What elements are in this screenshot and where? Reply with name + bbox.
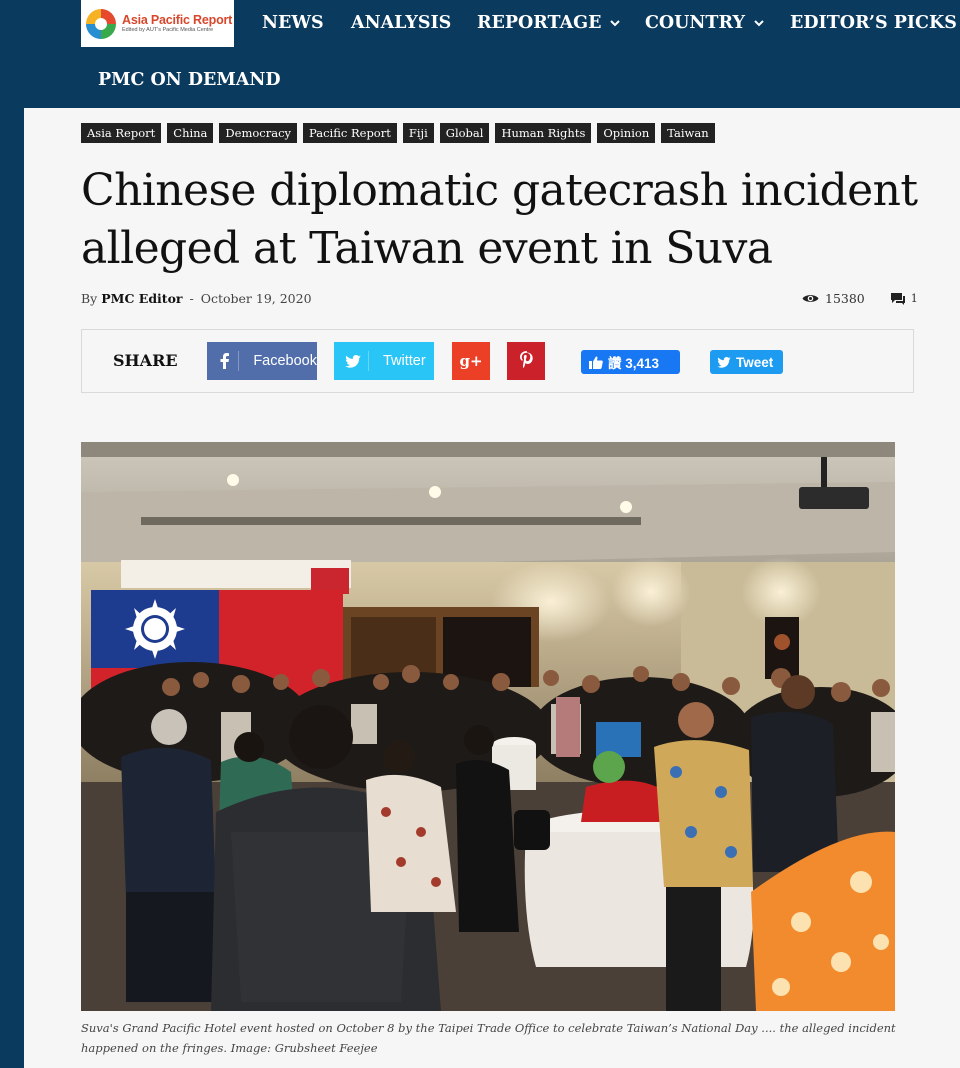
pinterest-share-button[interactable] bbox=[507, 342, 545, 380]
nav-news-label: NEWS bbox=[262, 13, 324, 33]
chevron-down-icon bbox=[754, 19, 764, 27]
tweet-button[interactable]: Tweet bbox=[710, 350, 783, 374]
site-header: Asia Pacific Report Edited by AUT's Paci… bbox=[0, 0, 960, 108]
publish-date: October 19, 2020 bbox=[200, 291, 312, 306]
nav-pmc-on-demand[interactable]: PMC ON DEMAND bbox=[98, 68, 281, 92]
nav-news[interactable]: NEWS bbox=[262, 11, 324, 35]
twitter-icon bbox=[717, 356, 731, 368]
facebook-label: Facebook bbox=[253, 353, 317, 369]
nav-editors-picks[interactable]: EDITOR’S PICKS bbox=[790, 11, 960, 35]
article-stats: 15380 1 bbox=[802, 291, 918, 306]
googleplus-icon: g+ bbox=[459, 352, 483, 370]
tag-fiji[interactable]: Fiji bbox=[402, 123, 434, 143]
logo-mark-icon bbox=[86, 8, 116, 39]
facebook-divider bbox=[238, 351, 240, 371]
nav-country-label: COUNTRY bbox=[645, 13, 745, 33]
comment-icon[interactable] bbox=[890, 292, 905, 305]
article-card: Asia Report China Democracy Pacific Repo… bbox=[24, 108, 960, 1068]
logo-subtitle: Edited by AUT's Pacific Media Centre bbox=[122, 27, 214, 33]
share-label: SHARE bbox=[113, 351, 178, 370]
twitter-label: Twitter bbox=[383, 353, 426, 369]
share-box: SHARE Facebook Twitter g+ 讚 3,413 Tweet bbox=[81, 329, 914, 393]
site-logo[interactable]: Asia Pacific Report Edited by AUT's Paci… bbox=[81, 0, 234, 47]
logo-title: Asia Pacific Report bbox=[122, 12, 233, 27]
nav-pmc-on-demand-label: PMC ON DEMAND bbox=[98, 70, 281, 90]
byline-prefix: By bbox=[81, 291, 98, 306]
author-link[interactable]: PMC Editor bbox=[101, 291, 182, 306]
nav-reportage[interactable]: REPORTAGE bbox=[477, 11, 621, 35]
category-tags: Asia Report China Democracy Pacific Repo… bbox=[81, 123, 715, 143]
nav-reportage-label: REPORTAGE bbox=[477, 13, 602, 33]
event-photo-illustration bbox=[81, 442, 895, 1011]
facebook-icon bbox=[211, 353, 238, 369]
nav-editors-picks-label: EDITOR’S PICKS bbox=[790, 13, 957, 33]
article-headline: Chinese diplomatic gatecrash incident al… bbox=[81, 165, 918, 274]
tweet-label: Tweet bbox=[736, 354, 774, 370]
nav-country[interactable]: COUNTRY bbox=[645, 11, 764, 35]
tag-pacific-report[interactable]: Pacific Report bbox=[303, 123, 397, 143]
comment-count[interactable]: 1 bbox=[911, 292, 918, 305]
like-count-label: 讚 3,413 bbox=[608, 356, 660, 371]
tag-taiwan[interactable]: Taiwan bbox=[661, 123, 715, 143]
article-photo bbox=[81, 442, 895, 1011]
nav-analysis-label: ANALYSIS bbox=[351, 13, 452, 33]
twitter-divider bbox=[368, 351, 369, 371]
googleplus-share-button[interactable]: g+ bbox=[452, 342, 490, 380]
nav-analysis[interactable]: ANALYSIS bbox=[351, 11, 451, 35]
photo-caption: Suva's Grand Pacific Hotel event hosted … bbox=[81, 1021, 896, 1055]
twitter-icon bbox=[338, 354, 368, 368]
tag-global[interactable]: Global bbox=[439, 123, 490, 143]
twitter-share-button[interactable]: Twitter bbox=[334, 342, 434, 380]
tag-asia-report[interactable]: Asia Report bbox=[81, 123, 162, 143]
tag-human-rights[interactable]: Human Rights bbox=[495, 123, 592, 143]
tag-china[interactable]: China bbox=[167, 123, 214, 143]
thumbs-up-icon bbox=[589, 355, 603, 369]
tag-democracy[interactable]: Democracy bbox=[219, 123, 298, 143]
tag-opinion[interactable]: Opinion bbox=[597, 123, 656, 143]
view-count: 15380 bbox=[825, 291, 865, 306]
chevron-down-icon bbox=[610, 19, 621, 27]
eye-icon bbox=[802, 293, 819, 304]
pinterest-icon bbox=[519, 350, 533, 372]
facebook-like-button[interactable]: 讚 3,413 bbox=[581, 350, 680, 374]
facebook-share-button[interactable]: Facebook bbox=[207, 342, 317, 380]
byline: By PMC Editor - October 19, 2020 bbox=[81, 291, 312, 306]
byline-separator: - bbox=[189, 291, 194, 306]
